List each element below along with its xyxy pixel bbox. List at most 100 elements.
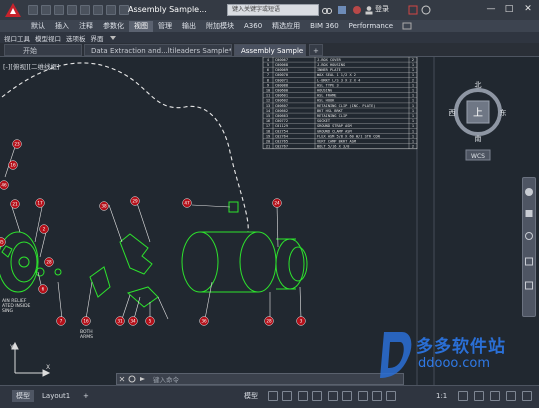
tab-parametric[interactable]: 参数化 xyxy=(98,21,129,32)
tab-model[interactable]: 模型 xyxy=(12,390,34,402)
command-recent-icon[interactable] xyxy=(137,374,147,384)
bom-cell: 1 xyxy=(412,119,414,123)
bom-cell: C00601 xyxy=(275,94,288,98)
tab-a360[interactable]: A360 xyxy=(239,21,267,32)
model-space-button[interactable]: 模型 xyxy=(240,390,262,402)
customize-icon[interactable] xyxy=(522,391,532,401)
tab-manage[interactable]: 管理 xyxy=(153,21,177,32)
panel-model-viewports[interactable]: 模型视口 xyxy=(35,33,61,43)
viewcube[interactable]: 上 北 南 东 西 WCS xyxy=(449,81,507,161)
tab-assembly-sample-label: Assembly Sample xyxy=(241,47,304,55)
tab-default[interactable]: 默认 xyxy=(26,21,50,32)
tab-insert[interactable]: 插入 xyxy=(50,21,74,32)
osnap-icon[interactable] xyxy=(328,391,338,401)
panel-expand-icon[interactable] xyxy=(109,34,117,42)
ribbon-toggle-icon[interactable] xyxy=(402,22,412,30)
bom-cell: INNER PLATE xyxy=(317,68,341,72)
tab-add-layout[interactable]: + xyxy=(79,390,93,402)
tab-layout1[interactable]: Layout1 xyxy=(38,390,74,402)
minimize-button[interactable]: — xyxy=(484,2,498,16)
isolate-icon[interactable] xyxy=(490,391,500,401)
bom-cell: GROUND CLAMP ASM xyxy=(317,129,352,133)
tab-performance[interactable]: Performance xyxy=(344,21,398,32)
transparency-icon[interactable] xyxy=(372,391,382,401)
ucs-y-label: Y xyxy=(9,344,14,351)
save-as-icon[interactable] xyxy=(67,5,77,15)
panel-interface[interactable]: 界面 xyxy=(91,33,104,43)
wcs-label: WCS xyxy=(471,153,485,160)
bom-cell: 21 xyxy=(266,145,270,149)
tab-featured-apps[interactable]: 精选应用 xyxy=(267,21,305,32)
annotation-scale[interactable]: 1:1 xyxy=(432,390,451,402)
workspace-icon[interactable] xyxy=(474,391,484,401)
open-file-icon[interactable] xyxy=(41,5,51,15)
command-close-icon[interactable]: ✕ xyxy=(117,374,127,384)
bom-cell: 1 xyxy=(412,73,414,77)
bom-cell: C02764 xyxy=(275,134,288,138)
otrack-icon[interactable] xyxy=(342,391,352,401)
tab-data-extraction[interactable]: Data Extraction and...ltileaders Sample* xyxy=(84,44,232,56)
viewport-controls[interactable]: [-][俯视][二维线框] xyxy=(3,61,60,71)
new-file-icon[interactable] xyxy=(28,5,38,15)
autocad-logo-icon[interactable] xyxy=(0,0,26,20)
panel-palettes[interactable]: 选项板 xyxy=(66,33,86,43)
maximize-button[interactable]: □ xyxy=(502,2,516,16)
login-button[interactable]: 登录 xyxy=(375,4,389,14)
command-settings-icon[interactable] xyxy=(127,374,137,384)
user-icon[interactable] xyxy=(364,5,374,15)
redo-icon[interactable] xyxy=(106,5,116,15)
viewcube-south-label: 南 xyxy=(475,134,482,143)
bom-cell: C00602 xyxy=(275,99,288,103)
bom-cell: C00067 xyxy=(275,58,288,62)
balloon-label: 36 xyxy=(201,319,207,324)
exchange-icon[interactable] xyxy=(408,5,418,15)
command-line[interactable]: ✕ 键入命令 xyxy=(116,373,404,385)
bom-cell: C00071 xyxy=(275,78,288,82)
lineweight-icon[interactable] xyxy=(358,391,368,401)
balloon-label: 21 xyxy=(12,202,18,207)
tab-annotate[interactable]: 注释 xyxy=(74,21,98,32)
bom-cell: C02765 xyxy=(275,140,288,144)
tab-view[interactable]: 视图 xyxy=(129,20,153,32)
new-tab-button[interactable]: + xyxy=(309,44,323,56)
close-button[interactable]: ✕ xyxy=(521,2,535,16)
tab-start[interactable]: 开始 xyxy=(4,44,82,56)
save-icon[interactable] xyxy=(54,5,64,15)
pan-icon xyxy=(525,210,533,217)
bom-cell: C00772 xyxy=(275,119,288,123)
balloon-label: 34 xyxy=(130,319,136,324)
polar-icon[interactable] xyxy=(312,391,322,401)
undo-icon[interactable] xyxy=(93,5,103,15)
ortho-icon[interactable] xyxy=(298,391,308,401)
print-icon[interactable] xyxy=(80,5,90,15)
balloon-label: 2 xyxy=(43,227,46,232)
subscription-icon[interactable] xyxy=(352,5,362,15)
help-icon[interactable] xyxy=(421,5,431,15)
snap-icon[interactable] xyxy=(282,391,292,401)
clamp-part xyxy=(126,286,159,308)
fullscreen-icon[interactable] xyxy=(506,391,516,401)
bom-cell: 15 xyxy=(266,114,270,118)
binoculars-icon[interactable] xyxy=(322,5,332,15)
command-input[interactable]: 键入命令 xyxy=(153,374,179,384)
balloon-label: 3 xyxy=(300,319,303,324)
navigation-bar[interactable] xyxy=(522,177,536,317)
ucs-icon xyxy=(11,341,51,377)
panel-viewport-tools[interactable]: 视口工具 xyxy=(4,33,30,43)
balloon-label: 46 xyxy=(1,183,7,188)
model-drawing: 4 C00067 J-BOX COVER 2 5 C00068 J-BOX HOUSING 1… xyxy=(0,57,507,385)
balloon-label: 16 xyxy=(83,319,89,324)
selection-cycling-icon[interactable] xyxy=(386,391,396,401)
tab-bim360[interactable]: BIM 360 xyxy=(305,21,344,32)
drawing-canvas[interactable]: 4 C00067 J-BOX COVER 2 5 C00068 J-BOX HOUSING 1… xyxy=(0,57,539,385)
settings-icon[interactable] xyxy=(458,391,468,401)
balloon-label: 29 xyxy=(132,199,138,204)
info-center-icon[interactable] xyxy=(337,5,347,15)
tab-output[interactable]: 输出 xyxy=(177,21,201,32)
bom-cell: 17 xyxy=(266,124,270,128)
clip-part xyxy=(89,266,111,298)
search-input[interactable]: 键入关键字或短语 xyxy=(227,4,319,16)
tab-addins[interactable]: 附加模块 xyxy=(201,21,239,32)
grid-icon[interactable] xyxy=(268,391,278,401)
tab-assembly-sample[interactable]: Assembly Sample xyxy=(234,44,306,56)
